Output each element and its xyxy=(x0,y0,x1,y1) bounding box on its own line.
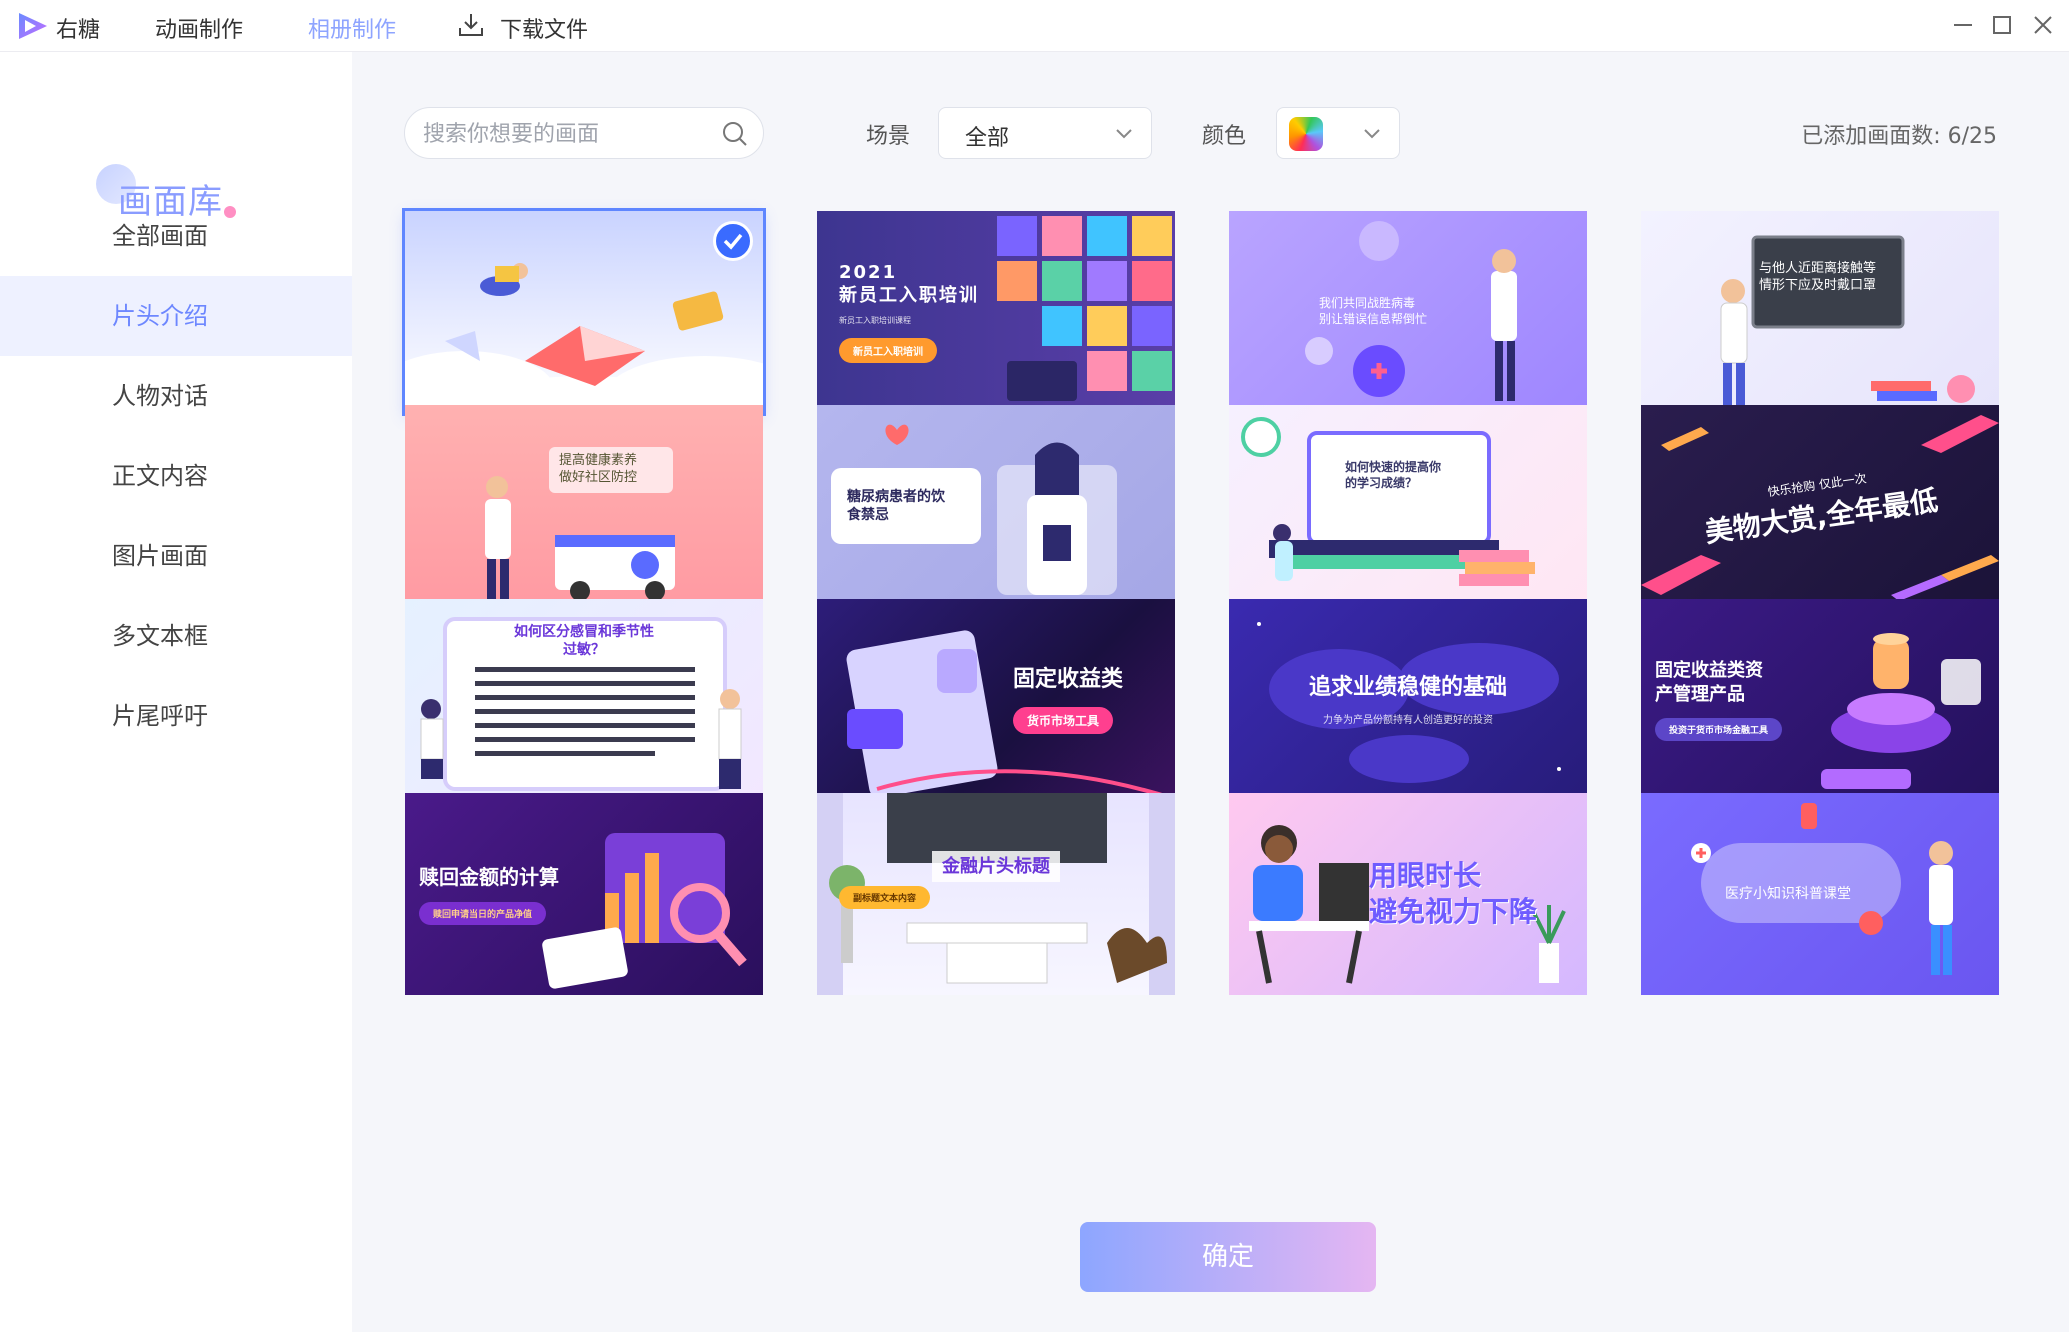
card-title: 糖尿病患者的饮 食禁忌 xyxy=(831,467,981,545)
template-card[interactable]: 如何快速的提高你 的学习成绩？ xyxy=(1229,405,1587,607)
card-title: 与他人近距离接触等 情形下应及时戴口罩 xyxy=(1759,261,1877,293)
sidebar-item-body[interactable]: 正文内容 xyxy=(0,436,352,516)
template-card[interactable]: 与他人近距离接触等 情形下应及时戴口罩 xyxy=(1641,211,1999,413)
card-tag: 赎回申请当日的产品净值 xyxy=(419,901,547,925)
title-bar: 右糖 动画制作 相册制作 下载文件 xyxy=(0,0,2069,52)
card-title: 用眼时长 避免视力下降 xyxy=(1369,858,1538,928)
card-tag: 副标题文本内容 xyxy=(839,886,931,910)
color-label: 颜色 xyxy=(1202,124,1247,149)
sidebar-item-dialogue[interactable]: 人物对话 xyxy=(0,356,352,436)
confirm-button[interactable]: 确定 xyxy=(1080,1222,1376,1292)
card-title: 2021 新员工入职培训 xyxy=(839,261,979,306)
template-card[interactable]: 固定收益类资 产管理产品 投资于货币市场金融工具 xyxy=(1641,599,1999,801)
minimize-icon[interactable] xyxy=(1950,12,1976,38)
book-illustration xyxy=(405,263,763,413)
template-card[interactable]: 固定收益类 货币市场工具 xyxy=(817,599,1175,801)
sidebar-item-all[interactable]: 全部画面 xyxy=(0,196,352,276)
selected-check-icon xyxy=(713,221,753,261)
card-title: 医疗小知识科普课堂 xyxy=(1725,885,1851,902)
template-card[interactable]: 2021 新员工入职培训 新员工入职培训课程 新员工入职培训 xyxy=(817,211,1175,413)
close-icon[interactable] xyxy=(2030,12,2056,38)
card-title: 固定收益类资 产管理产品 xyxy=(1655,660,1763,705)
color-select[interactable] xyxy=(1276,107,1400,159)
template-card[interactable]: 如何区分感冒和季节性 过敏？ xyxy=(405,599,763,801)
scene-value: 全部 xyxy=(965,126,1010,151)
color-swatch xyxy=(1289,117,1323,151)
sidebar-item-ending[interactable]: 片尾呼吁 xyxy=(0,676,352,756)
card-title: 追求业绩稳健的基础 xyxy=(1308,675,1507,701)
menu-download[interactable]: 下载文件 xyxy=(500,12,588,44)
menu-animation[interactable]: 动画制作 xyxy=(155,12,243,44)
template-card[interactable]: 追求业绩稳健的基础 力争为产品份额持有人创造更好的投资 xyxy=(1229,599,1587,801)
sidebar: 画面库 全部画面 片头介绍 人物对话 正文内容 图片画面 多文本框 片尾呼吁 xyxy=(0,52,352,1332)
scene-label: 场景 xyxy=(866,124,911,149)
chevron-down-icon xyxy=(1364,129,1380,139)
card-tag: 新员工入职培训 xyxy=(839,338,937,364)
search-input[interactable] xyxy=(423,118,703,150)
app-logo-icon xyxy=(19,13,47,39)
card-tag: 货币市场工具 xyxy=(1013,706,1114,734)
card-title: 金融片头标题 xyxy=(932,850,1060,883)
download-icon[interactable] xyxy=(456,10,486,40)
chevron-down-icon xyxy=(1116,129,1132,139)
menu-album[interactable]: 相册制作 xyxy=(308,12,396,44)
sidebar-item-image[interactable]: 图片画面 xyxy=(0,516,352,596)
search-icon[interactable] xyxy=(721,120,749,148)
card-subtitle: 新员工入职培训课程 xyxy=(839,316,911,326)
card-title: 如何快速的提高你 的学习成绩？ xyxy=(1345,460,1442,490)
sidebar-item-intro[interactable]: 片头介绍 xyxy=(0,276,352,356)
sidebar-item-multitext[interactable]: 多文本框 xyxy=(0,596,352,676)
template-card[interactable]: 糖尿病患者的饮 食禁忌 xyxy=(817,405,1175,607)
main-panel: 场景 全部 颜色 已添加画面数: 6/25 2021 新员工入职培 xyxy=(352,52,2069,1332)
template-card[interactable]: 用眼时长 避免视力下降 xyxy=(1229,793,1587,995)
maximize-icon[interactable] xyxy=(1989,12,2015,38)
app-name: 右糖 xyxy=(56,18,101,43)
card-tag: 投资于货币市场金融工具 xyxy=(1655,717,1783,741)
card-title: 美物大赏,全年最低 xyxy=(1703,484,1940,550)
template-card[interactable]: 金融片头标题 副标题文本内容 xyxy=(817,793,1175,995)
template-card[interactable]: 我们共同战胜病毒 别让错误信息帮倒忙 xyxy=(1229,211,1587,413)
card-title: 固定收益类 xyxy=(1013,667,1124,693)
added-count: 已添加画面数: 6/25 xyxy=(1801,124,1997,149)
template-card[interactable]: 快乐抢购 仅此一次 美物大赏,全年最低 xyxy=(1641,405,1999,607)
template-card[interactable]: 赎回金额的计算 赎回申请当日的产品净值 xyxy=(405,793,763,995)
scene-select[interactable]: 全部 xyxy=(938,107,1152,159)
template-card[interactable]: 医疗小知识科普课堂 xyxy=(1641,793,1999,995)
card-subtitle: 力争为产品份额持有人创造更好的投资 xyxy=(1323,714,1493,726)
card-title: 赎回金额的计算 xyxy=(419,864,559,889)
card-title: 我们共同战胜病毒 别让错误信息帮倒忙 xyxy=(1319,296,1428,326)
card-title: 如何区分感冒和季节性 过敏？ xyxy=(514,624,654,659)
template-card[interactable]: 提高健康素养 做好社区防控 xyxy=(405,405,763,607)
template-card[interactable] xyxy=(402,208,766,416)
card-title: 提高健康素养 做好社区防控 xyxy=(549,447,673,493)
search-box xyxy=(404,107,764,159)
